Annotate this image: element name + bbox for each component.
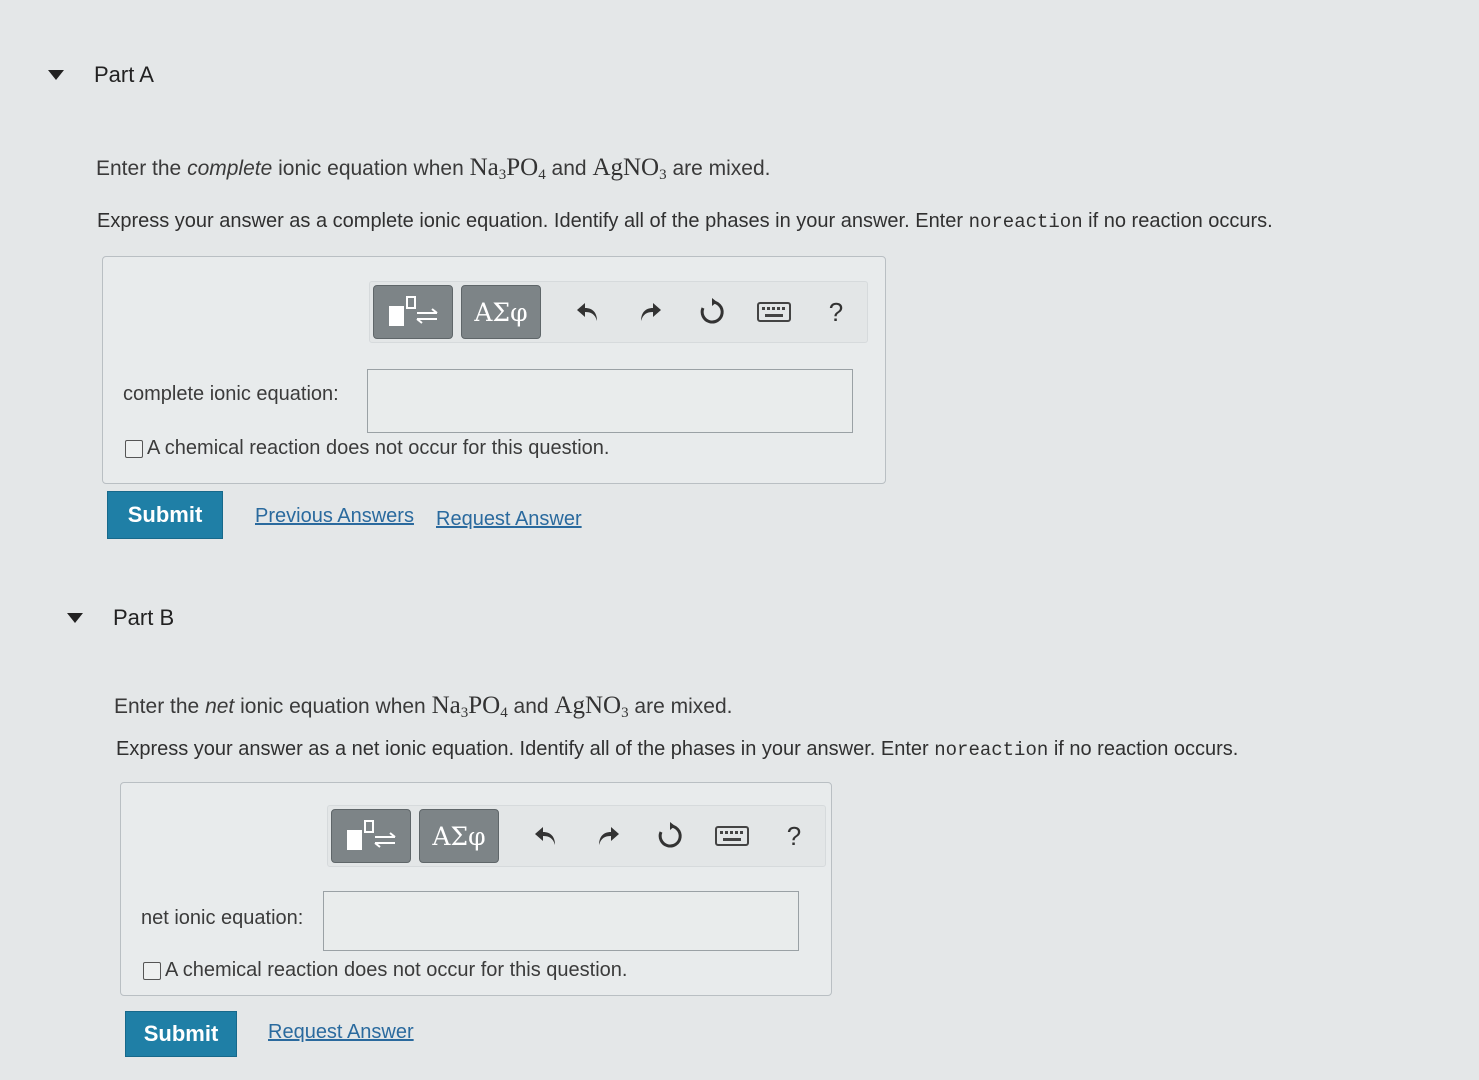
part-b-prompt: Enter the net ionic equation when Na3PO4… — [114, 692, 732, 722]
equation-label: net ionic equation: — [141, 907, 304, 929]
keyboard-button[interactable] — [751, 289, 797, 335]
greek-symbols-button[interactable]: ΑΣφ — [461, 285, 541, 339]
help-icon[interactable]: ? — [813, 289, 859, 335]
part-b-header[interactable]: Part B — [67, 605, 174, 631]
prompt-text: Enter the — [114, 695, 206, 718]
keyboard-icon — [757, 302, 791, 322]
no-reaction-option[interactable]: A chemical reaction does not occur for t… — [143, 959, 627, 982]
noreaction-code: noreaction — [968, 211, 1083, 233]
part-b-request-answer-link[interactable]: Request Answer — [268, 1021, 414, 1044]
caret-down-icon[interactable] — [67, 613, 83, 623]
page: Part A Enter the complete ionic equation… — [0, 0, 1479, 1080]
chem-formula-agno3: AgNO3 — [592, 154, 667, 183]
reset-icon — [658, 822, 682, 848]
prompt-text: are mixed. — [628, 695, 733, 718]
template-icon — [389, 296, 438, 326]
redo-icon — [641, 303, 661, 321]
help-icon[interactable]: ? — [771, 813, 817, 859]
part-b-instruction: Express your answer as a net ionic equat… — [116, 738, 1239, 761]
reset-button[interactable] — [689, 289, 735, 335]
prompt-text: Enter the — [96, 157, 188, 180]
part-a-request-answer-link[interactable]: Request Answer — [436, 508, 582, 531]
part-b-title: Part B — [113, 605, 175, 630]
no-reaction-checkbox[interactable] — [143, 961, 161, 980]
no-reaction-checkbox[interactable] — [125, 439, 143, 458]
templates-button[interactable] — [373, 285, 453, 339]
part-b-submit-button[interactable]: Submit — [125, 1011, 237, 1057]
complete-ionic-equation-input[interactable] — [367, 369, 853, 433]
redo-button[interactable] — [585, 813, 631, 859]
undo-button[interactable] — [523, 813, 569, 859]
undo-icon — [535, 827, 555, 845]
prompt-text: and — [545, 157, 593, 180]
no-reaction-label: A chemical reaction does not occur for t… — [147, 437, 610, 459]
no-reaction-label: A chemical reaction does not occur for t… — [165, 959, 628, 981]
prompt-text: and — [507, 695, 555, 718]
template-icon — [347, 820, 396, 850]
part-a-prompt: Enter the complete ionic equation when N… — [96, 154, 770, 184]
equation-toolbar: ΑΣφ ? — [327, 805, 826, 867]
no-reaction-option[interactable]: A chemical reaction does not occur for t… — [125, 437, 609, 460]
prompt-text: ionic equation when — [234, 695, 432, 718]
part-b-answer-box: ΑΣφ ? net ionic equation: A chemical rea… — [120, 782, 832, 996]
prompt-text: are mixed. — [666, 157, 771, 180]
templates-button[interactable] — [331, 809, 411, 863]
keyboard-icon — [715, 826, 749, 846]
chem-formula-na3po4: Na3PO4 — [469, 154, 546, 183]
part-a-submit-button[interactable]: Submit — [107, 491, 223, 539]
greek-symbols-button[interactable]: ΑΣφ — [419, 809, 499, 863]
part-a-title: Part A — [94, 62, 154, 87]
equation-toolbar: ΑΣφ ? — [369, 281, 868, 343]
previous-answers-link[interactable]: Previous Answers — [255, 505, 414, 528]
undo-icon — [577, 303, 597, 321]
prompt-emphasis: complete — [187, 157, 273, 180]
equation-label: complete ionic equation: — [123, 383, 339, 405]
undo-button[interactable] — [565, 289, 611, 335]
prompt-emphasis: net — [205, 695, 235, 718]
part-a-answer-box: ΑΣφ ? complete ionic equation: A chemica… — [102, 256, 886, 484]
reset-icon — [700, 298, 724, 324]
redo-button[interactable] — [627, 289, 673, 335]
part-a-header[interactable]: Part A — [48, 62, 154, 88]
reset-button[interactable] — [647, 813, 693, 859]
net-ionic-equation-input[interactable] — [323, 891, 799, 951]
part-a-instruction: Express your answer as a complete ionic … — [97, 210, 1273, 233]
keyboard-button[interactable] — [709, 813, 755, 859]
prompt-text: ionic equation when — [272, 157, 470, 180]
redo-icon — [599, 827, 619, 845]
noreaction-code: noreaction — [934, 739, 1049, 761]
caret-down-icon[interactable] — [48, 70, 64, 80]
chem-formula-agno3: AgNO3 — [554, 692, 629, 721]
chem-formula-na3po4: Na3PO4 — [431, 692, 508, 721]
